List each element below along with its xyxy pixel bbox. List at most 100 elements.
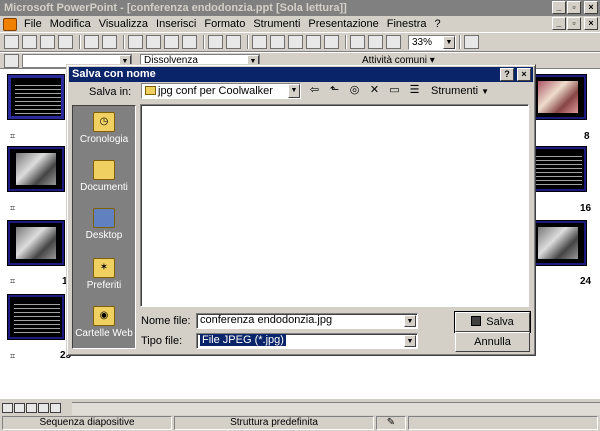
menu-file[interactable]: File [20, 16, 46, 32]
search-web-icon[interactable]: ◎ [347, 84, 362, 98]
place-favorites[interactable]: ✶ Preferiti [73, 256, 135, 300]
status-design: Struttura predefinita [174, 416, 374, 430]
chevron-down-icon[interactable]: ▼ [443, 35, 455, 49]
powerpoint-app-icon[interactable] [3, 17, 17, 31]
menu-strumenti[interactable]: Strumenti [249, 16, 304, 32]
status-empty [408, 416, 598, 430]
new-slide-icon[interactable] [324, 35, 339, 49]
hyperlink-icon[interactable] [252, 35, 267, 49]
slide-thumbnail[interactable] [529, 146, 587, 192]
cut-icon[interactable] [128, 35, 143, 49]
slide-thumbnail[interactable] [7, 74, 65, 120]
place-desktop[interactable]: Desktop [73, 206, 135, 250]
tools-menu[interactable]: Strumenti [431, 85, 478, 97]
slide-view-icon[interactable] [26, 403, 37, 413]
expand-all-icon[interactable] [350, 35, 365, 49]
save-icon [471, 316, 482, 326]
place-label: Preferiti [86, 280, 122, 291]
dialog-help-button[interactable]: ? [500, 68, 514, 81]
copy-icon[interactable] [146, 35, 161, 49]
slide-thumbnail[interactable] [7, 294, 65, 340]
minimize-button[interactable]: _ [552, 1, 566, 14]
cancel-button[interactable]: Annulla [455, 332, 530, 352]
undo-icon[interactable] [208, 35, 223, 49]
tables-borders-icon[interactable] [270, 35, 285, 49]
slideshow-view-icon[interactable] [50, 403, 61, 413]
slide-sorter-view-icon[interactable] [38, 403, 49, 413]
place-web-folders[interactable]: ◉ Cartelle Web [73, 304, 135, 348]
toolbar-separator [79, 35, 81, 49]
up-folder-icon[interactable]: ⬑ [327, 84, 342, 98]
slide-transition-icon[interactable] [4, 53, 19, 68]
favorites-icon: ✶ [93, 258, 115, 278]
format-painter-icon[interactable] [182, 35, 197, 49]
slide-number: 8 [584, 131, 590, 142]
place-label: Cronologia [79, 134, 129, 145]
transition-icon: ⌗ [10, 276, 16, 286]
slide-thumbnail[interactable] [529, 220, 587, 266]
menu-inserisci[interactable]: Inserisci [152, 16, 200, 32]
chevron-down-icon[interactable]: ▼ [404, 315, 416, 327]
maximize-button[interactable]: ▫ [567, 1, 581, 14]
open-icon[interactable] [22, 35, 37, 49]
slide-number: 24 [580, 276, 592, 287]
redo-icon[interactable] [226, 35, 241, 49]
toolbar-separator [123, 35, 125, 49]
standard-toolbar: 33% ▼ [0, 32, 600, 52]
outline-view-icon[interactable] [14, 403, 25, 413]
menu-formato[interactable]: Formato [200, 16, 249, 32]
spelling-icon[interactable] [102, 35, 117, 49]
zoom-combo[interactable]: 33% ▼ [408, 34, 456, 50]
grayscale-icon[interactable] [386, 35, 401, 49]
menu-help[interactable]: ? [431, 16, 445, 32]
lookin-label: Salva in: [89, 86, 132, 98]
normal-view-icon[interactable] [2, 403, 13, 413]
file-list[interactable] [140, 104, 529, 307]
chevron-down-icon[interactable]: ▼ [288, 84, 300, 98]
menu-modifica[interactable]: Modifica [46, 16, 95, 32]
chevron-down-icon[interactable]: ▼ [481, 87, 489, 96]
chevron-down-icon[interactable]: ▼ [404, 335, 416, 347]
doc-minimize-button[interactable]: _ [552, 17, 566, 30]
menu-presentazione[interactable]: Presentazione [304, 16, 382, 32]
menu-visualizza[interactable]: Visualizza [95, 16, 152, 32]
views-icon[interactable]: ☰ [407, 84, 422, 98]
place-history[interactable]: ◷ Cronologia [73, 110, 135, 154]
new-icon[interactable] [4, 35, 19, 49]
help-icon[interactable] [464, 35, 479, 49]
doc-close-button[interactable]: × [584, 17, 598, 30]
show-formatting-icon[interactable] [368, 35, 383, 49]
new-folder-icon[interactable]: ▭ [387, 84, 402, 98]
insert-chart-icon[interactable] [306, 35, 321, 49]
folder-icon [93, 160, 115, 180]
save-icon[interactable] [40, 35, 55, 49]
filetype-select[interactable]: File JPEG (*.jpg) ▼ [196, 333, 418, 349]
filetype-value: File JPEG (*.jpg) [200, 334, 286, 346]
places-bar: ◷ Cronologia Documenti Desktop ✶ Preferi… [72, 105, 136, 349]
paste-icon[interactable] [164, 35, 179, 49]
slide-thumbnail[interactable] [529, 74, 587, 120]
status-view-mode: Sequenza diapositive [2, 416, 172, 430]
save-button[interactable]: Salva [454, 311, 531, 333]
delete-icon[interactable]: ✕ [367, 84, 382, 98]
menu-finestra[interactable]: Finestra [383, 16, 431, 32]
slide-thumbnail[interactable] [7, 220, 65, 266]
slide-thumbnail[interactable] [7, 146, 65, 192]
print-icon[interactable] [84, 35, 99, 49]
close-button[interactable]: × [584, 1, 598, 14]
filename-label: Nome file: [141, 315, 191, 327]
transition-icon: ⌗ [10, 203, 16, 213]
app-title-bar: Microsoft PowerPoint - [conferenza endod… [0, 0, 600, 16]
dialog-title-bar: Salva con nome ? × [69, 67, 533, 82]
horizontal-scrollbar[interactable] [72, 402, 600, 415]
filetype-label: Tipo file: [141, 335, 183, 347]
dialog-close-button[interactable]: × [517, 68, 531, 81]
place-documents[interactable]: Documenti [73, 158, 135, 202]
filename-input[interactable]: conferenza endodonzia.jpg ▼ [196, 313, 418, 329]
lookin-combo[interactable]: jpg conf per Coolwalker ▼ [141, 83, 301, 99]
insert-table-icon[interactable] [288, 35, 303, 49]
doc-restore-button[interactable]: ▫ [567, 17, 581, 30]
email-icon[interactable] [58, 35, 73, 49]
back-icon[interactable]: ⇦ [307, 84, 322, 98]
place-label: Documenti [80, 182, 128, 193]
